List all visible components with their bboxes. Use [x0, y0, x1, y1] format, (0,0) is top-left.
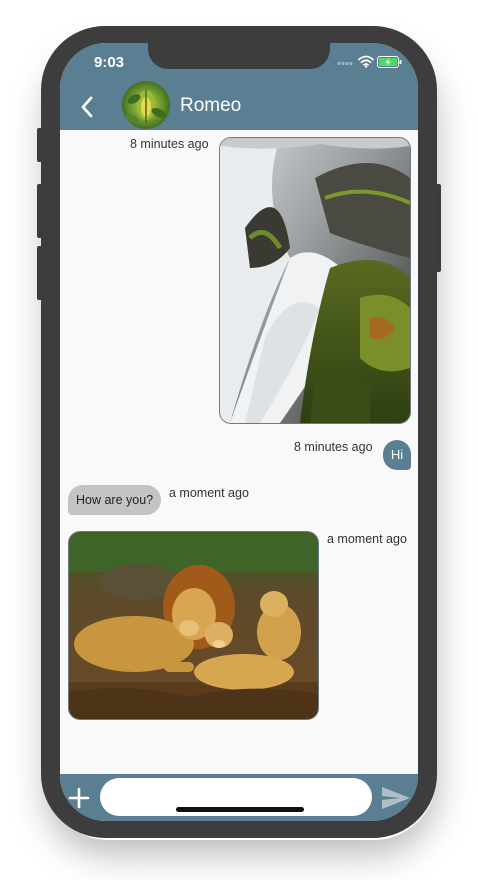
- message-timestamp: a moment ago: [169, 486, 249, 500]
- incoming-message-bubble[interactable]: How are you?: [68, 485, 162, 515]
- battery-charging-icon: [377, 56, 402, 68]
- message-timestamp: a moment ago: [327, 532, 407, 546]
- lion-family-photo: [69, 532, 318, 719]
- back-chevron-icon[interactable]: [78, 95, 96, 119]
- signal-dots-icon: [337, 61, 353, 66]
- waterfall-photo: [220, 138, 410, 423]
- wifi-icon: [358, 55, 374, 68]
- power-button: [436, 184, 441, 272]
- message-timestamp: 8 minutes ago: [130, 137, 209, 151]
- notch: [148, 43, 330, 69]
- status-time: 9:03: [94, 54, 125, 71]
- contact-avatar[interactable]: [122, 81, 170, 129]
- mute-switch: [37, 128, 42, 162]
- image-message-lions[interactable]: [68, 531, 319, 720]
- chat-header: 9:03 Romeo: [60, 43, 418, 130]
- image-message-waterfall[interactable]: [219, 137, 411, 424]
- volume-down-button: [37, 246, 42, 300]
- message-list[interactable]: 8 minutes ago 8 minutes ago Hi How are y…: [60, 130, 418, 774]
- plus-icon[interactable]: [68, 787, 90, 809]
- message-timestamp: 8 minutes ago: [294, 440, 373, 454]
- outgoing-message-bubble[interactable]: Hi: [383, 440, 411, 470]
- send-icon[interactable]: [380, 784, 412, 812]
- contact-name[interactable]: Romeo: [180, 95, 241, 117]
- home-indicator: [176, 807, 304, 812]
- composer-bar: [60, 774, 418, 821]
- screen: 9:03 Romeo 8 minutes ago 8 minutes ago H…: [60, 43, 418, 821]
- avatar-plant-image: [122, 81, 170, 129]
- volume-up-button: [37, 184, 42, 238]
